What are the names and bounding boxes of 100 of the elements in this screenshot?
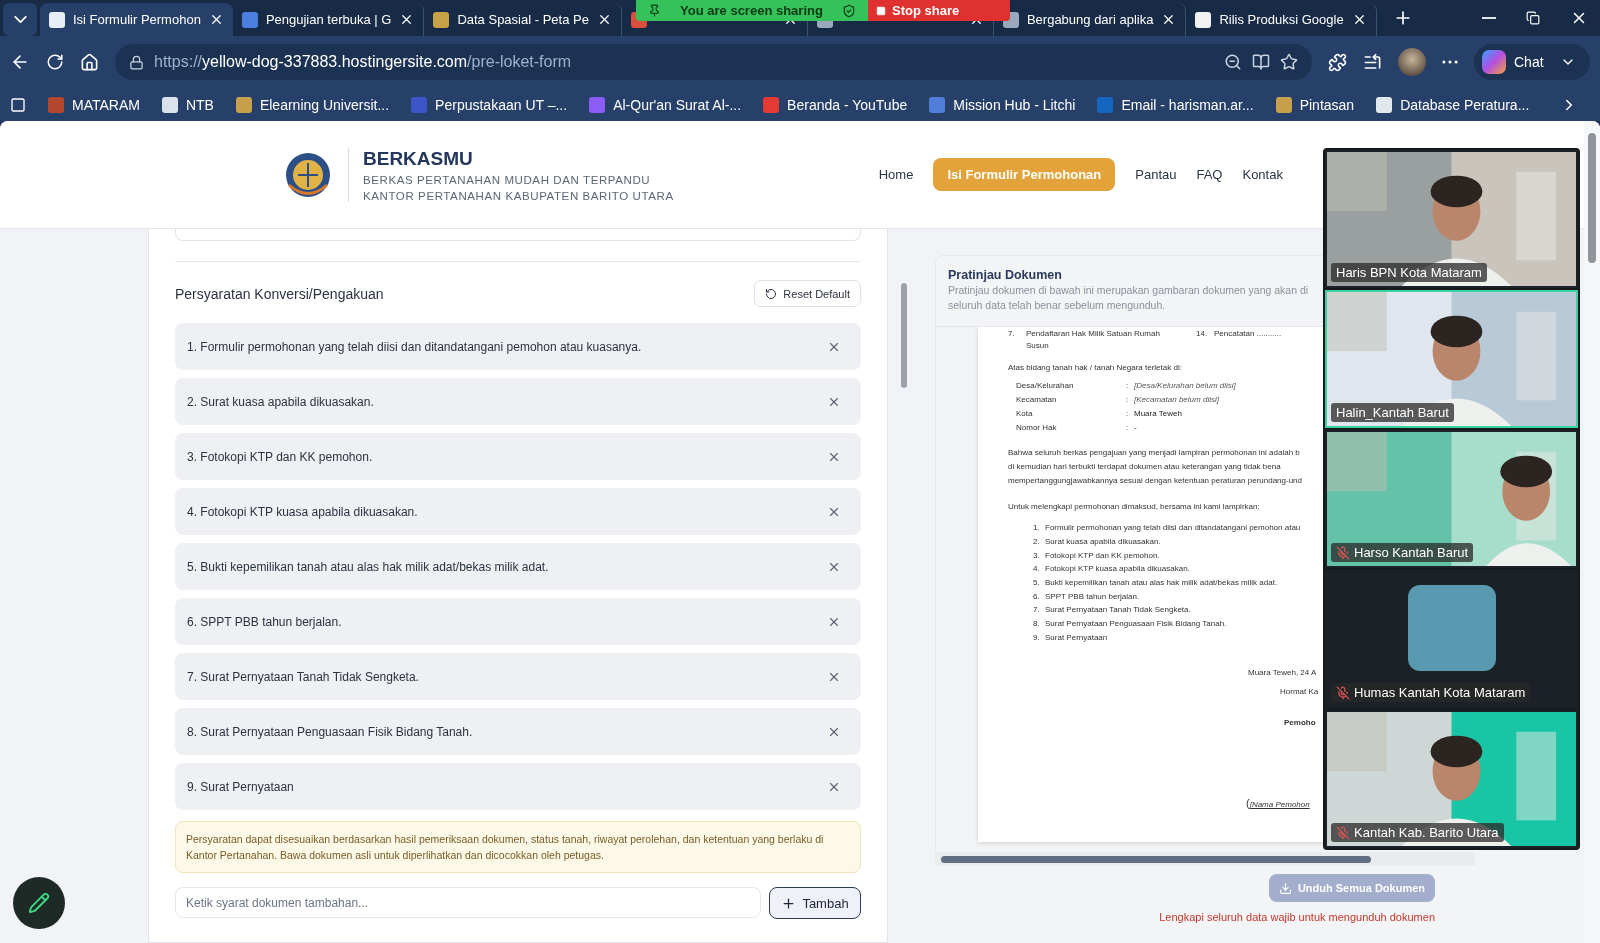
restore-button[interactable] [1526, 11, 1540, 25]
requirement-text: 4. Fotokopi KTP kuasa apabila dikuasakan. [187, 504, 418, 519]
add-button[interactable]: Tambah [769, 887, 861, 919]
doc-text: 7. [1008, 328, 1016, 338]
favicon-icon [161, 96, 178, 113]
bookmark-link[interactable]: Beranda - YouTube [763, 96, 908, 113]
edit-button[interactable] [13, 877, 65, 929]
more-icon [1442, 60, 1458, 64]
bookmark-link[interactable]: Pintasan [1275, 96, 1355, 113]
nav-link[interactable]: FAQ [1196, 158, 1223, 191]
reload-button[interactable] [46, 53, 64, 71]
participant-name: Haris BPN Kota Mataram [1331, 263, 1487, 282]
stop-share-button[interactable]: Stop share [868, 0, 1010, 21]
more-button[interactable] [1442, 60, 1458, 64]
video-tile[interactable]: Harso Kantah Barut [1325, 430, 1578, 568]
star-icon[interactable] [1280, 53, 1298, 71]
nav-link[interactable]: Pantau [1135, 158, 1177, 191]
bookmark-link[interactable]: Perpustakaan UT –... [411, 96, 568, 113]
chat-button[interactable]: Chat [1474, 44, 1590, 80]
sharing-status: You are screen sharing [680, 3, 823, 18]
doc-list-item: Fotokopi KTP kuasa apabila dikuasakan. [1045, 564, 1190, 574]
profile-avatar[interactable] [1398, 48, 1426, 76]
shield-icon [842, 3, 856, 18]
reader-icon[interactable] [1252, 53, 1270, 71]
video-tile[interactable]: Haris BPN Kota Mataram [1325, 150, 1578, 288]
home-button[interactable] [80, 52, 99, 72]
doc-text: 14. [1196, 328, 1209, 338]
requirement-text: 1. Formulir permohonan yang telah diisi dan ditandatangani pemohon atau kuasanya. [187, 339, 642, 354]
doc-list-number: 1. [1033, 523, 1041, 533]
doc-value: [Desa/Kelurahan belum diisi] [1134, 380, 1236, 390]
reset-button[interactable]: Reset Default [754, 280, 861, 307]
requirement-text: 9. Surat Pernyataan [187, 779, 294, 794]
favicon-icon [1097, 96, 1114, 113]
reload-icon [46, 53, 64, 71]
chevron-down-icon [13, 16, 27, 23]
doc-paragraph: Bahwa seluruh berkas pengajuan yang menjadi lampiran permohonan ini adalah b di kemudian hari terbukti terdapat dokumen atau keterangan yang tidak bena mempertanggungjawabkannya sesuai dengan ketentuan peraturan perundang-und [1008, 447, 1302, 487]
tab-list-button[interactable] [3, 3, 37, 36]
doc-text: Pendaftaran Hak Milik Satuan Rumah [1026, 328, 1161, 338]
video-tile[interactable]: Halin_Kantah Barut [1325, 290, 1578, 428]
bookmark-link[interactable]: Database Peratura... [1376, 96, 1530, 113]
doc-list-item: Fotokopi KTP dan KK pemohon. [1045, 550, 1160, 560]
doc-text: [Nama Pemohon [1249, 800, 1310, 810]
doc-label: Kota [1016, 408, 1034, 418]
favorites-button[interactable] [1363, 52, 1382, 72]
address-bar[interactable]: https://yellow-dog-337883.hostingersite.com/pre-loket-form [115, 44, 1312, 80]
doc-text: Pencatatan ........... [1214, 328, 1282, 338]
doc-text: Muara Teweh, 24 A [1248, 668, 1317, 678]
doc-text: Hormat Ka [1280, 687, 1319, 697]
preview-subtitle: Pratinjau dokumen di bawah ini merupakan gambaran dokumen yang akan di [948, 284, 1309, 297]
lock-icon [129, 54, 144, 70]
page-scrollbar[interactable] [1584, 121, 1600, 943]
doc-list-item: Surat kuasa apabila dikuasakan. [1045, 537, 1161, 547]
favicon-icon [1376, 96, 1393, 113]
puzzle-icon [1328, 52, 1347, 72]
bookmark-link[interactable]: Elearning Universit... [235, 96, 390, 113]
zoom-out-icon[interactable] [1224, 53, 1242, 71]
doc-list-number: 6. [1033, 591, 1041, 601]
doc-list-number: 9. [1033, 632, 1041, 642]
bookmark-link[interactable]: Email - harisman.ar... [1097, 96, 1254, 113]
reset-icon [765, 287, 778, 300]
nav-link[interactable]: Kontak [1242, 158, 1283, 191]
doc-text: Pemoho [1284, 718, 1316, 728]
pin-icon [648, 4, 661, 17]
favicon-icon [1275, 96, 1292, 113]
video-tile[interactable]: Kantah Kab. Barito Utara [1325, 710, 1578, 848]
bookmark-link[interactable]: NTB [161, 96, 214, 113]
requirement-input[interactable]: Ketik syarat dokumen tambahan... [175, 887, 761, 918]
doc-text: : [1126, 394, 1130, 404]
doc-list-number: 3. [1033, 550, 1041, 560]
warning-text: Lengkapi seluruh data wajib untuk mengunduh dokumen [1159, 911, 1435, 923]
bookmark-link[interactable]: MATARAM [48, 96, 140, 113]
stop-icon [876, 5, 886, 16]
requirement-text: 5. Bukti kepemilikan tanah atau alas hak milik adat/bekas milik adat. [187, 559, 549, 574]
doc-list-number: 4. [1033, 564, 1041, 574]
favicon-icon [589, 96, 606, 113]
doc-label: Nomor Hak [1016, 422, 1058, 432]
doc-value: [Kecamatan belum diisi] [1134, 394, 1219, 404]
bookmark-link[interactable]: Mission Hub - Litchi [929, 96, 1076, 113]
doc-text: Atas bidang tanah hak / tanah Negara terletak di: [1008, 363, 1182, 372]
restore-icon [1526, 11, 1540, 25]
scrollbar-thumb[interactable] [901, 283, 907, 388]
video-tile[interactable]: Humas Kantah Kota Mataram [1325, 570, 1578, 708]
doc-list-item: SPPT PBB tahun berjalan. [1045, 591, 1140, 601]
browser-tab[interactable]: Isi Formulir Permohon [40, 3, 233, 36]
participant-name: Humas Kantah Kota Mataram [1331, 683, 1531, 702]
horizontal-scrollbar[interactable] [935, 852, 1475, 866]
collections-icon [10, 96, 26, 113]
nav-link[interactable]: Home [878, 158, 914, 191]
participant-name: Halin_Kantah Barut [1331, 403, 1454, 422]
doc-value: - [1134, 422, 1137, 432]
scrollbar-thumb[interactable] [941, 855, 1371, 863]
scrollbar-thumb[interactable] [1588, 133, 1596, 263]
requirement-text: 8. Surat Pernyataan Penguasaan Fisik Bidang Tanah. [187, 724, 473, 739]
extensions-button[interactable] [1328, 52, 1347, 72]
brand-name: BERKASMU [363, 147, 474, 170]
plus-icon [781, 895, 797, 911]
star-list-icon [1363, 52, 1382, 72]
bookmark-link[interactable]: Al-Qur'an Surat Al-... [589, 96, 742, 113]
collections-button[interactable] [10, 96, 26, 113]
doc-list-item: Surat Pernyataan Penguasaan Fisik Bidang Tanah. [1045, 619, 1227, 629]
